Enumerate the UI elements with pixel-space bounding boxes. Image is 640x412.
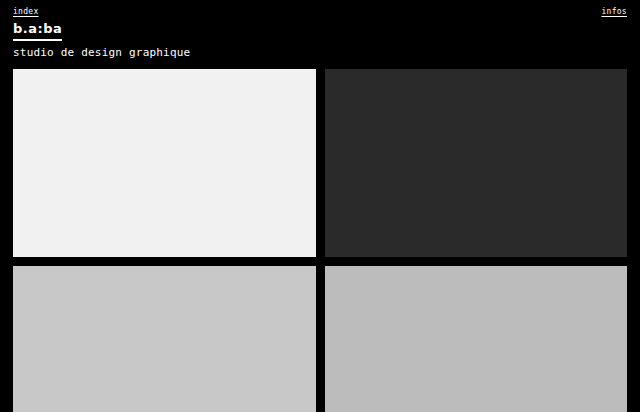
index-link[interactable]: index (13, 7, 39, 16)
tagline: studio de design graphique (13, 46, 190, 60)
project-tile[interactable] (325, 69, 628, 257)
project-tile[interactable] (13, 69, 316, 257)
brand: b.a:ba studio de design graphique (13, 21, 627, 60)
project-tile[interactable] (325, 266, 628, 412)
logo[interactable]: b.a:ba (13, 21, 62, 41)
project-grid (13, 69, 627, 412)
page: index infos b.a:ba studio de design graphiq… (0, 0, 640, 412)
infos-link[interactable]: infos (601, 7, 627, 16)
top-bar: index infos (13, 4, 627, 18)
project-tile[interactable] (13, 266, 316, 412)
